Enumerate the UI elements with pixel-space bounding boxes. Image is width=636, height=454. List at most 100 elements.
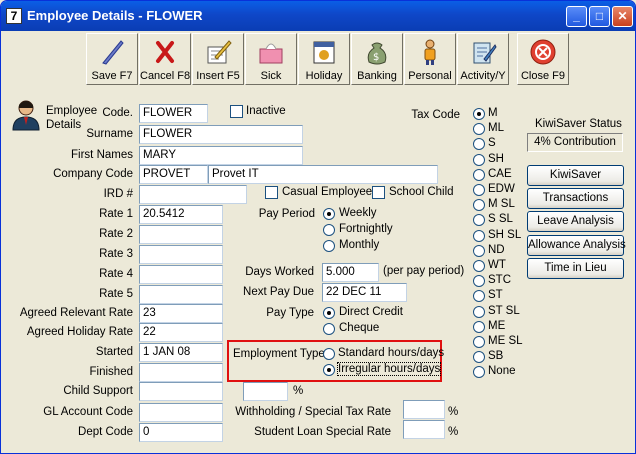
surname-field[interactable]: FLOWER [139,125,303,144]
tax-code-radio[interactable] [473,199,485,212]
finished-field[interactable] [139,363,223,382]
tax-code-radio[interactable] [473,123,485,136]
first-names-field[interactable]: MARY [139,146,303,165]
tax-code-radio[interactable] [473,244,485,257]
started-field[interactable]: 1 JAN 08 [139,343,223,362]
student-loan-rate-field[interactable] [403,420,445,439]
maximize-button[interactable]: □ [589,6,610,27]
insert-button[interactable]: Insert F5 [192,33,244,85]
tax-code-radio[interactable] [473,275,485,288]
tax-code-option-label: ME [488,319,506,332]
employment-irregular-radio[interactable] [323,364,335,376]
gl-account-code-field[interactable] [139,403,223,422]
pay-period-weekly-radio[interactable] [323,208,335,220]
tax-code-option-label: CAE [488,167,512,180]
sick-button[interactable]: Sick [245,33,297,85]
rate2-field[interactable] [139,225,223,244]
pay-period-monthly-radio[interactable] [323,240,335,252]
pay-type-direct-credit-label: Direct Credit [339,306,403,318]
child-support-field[interactable] [139,382,223,401]
next-pay-due-field[interactable]: 22 DEC 11 [322,283,407,302]
title-bar[interactable]: 7 Employee Details - FLOWER _ □ ✕ [1,1,635,31]
company-code-label: Company Code [53,168,133,180]
pay-type-direct-credit-radio[interactable] [323,307,335,319]
company-code-field[interactable]: PROVET [139,165,208,184]
first-names-label: First Names [71,149,133,161]
app-icon[interactable]: 7 [6,8,22,24]
pay-period-fortnightly-label: Fortnightly [339,223,393,235]
close-window-button[interactable]: ✕ [612,6,633,27]
child-support-percent-sign: % [293,385,304,397]
rate5-field[interactable] [139,285,223,304]
rate1-label: Rate 1 [99,208,133,220]
rate3-field[interactable] [139,245,223,264]
agreed-relevant-rate-field[interactable]: 23 [139,304,223,323]
ird-field[interactable] [139,185,247,204]
tax-code-radio[interactable] [473,138,485,151]
tax-code-option-label: SB [488,350,504,363]
school-child-checkbox[interactable] [372,186,385,199]
days-worked-field[interactable]: 5.000 [322,263,379,282]
inactive-label: Inactive [246,105,286,117]
cancel-button[interactable]: Cancel F8 [139,33,191,85]
rate1-field[interactable]: 20.5412 [139,205,223,224]
child-support-label: Child Support [63,385,133,397]
tax-code-radio[interactable] [473,108,485,120]
agreed-relevant-rate-label: Agreed Relevant Rate [19,307,133,319]
employee-details-window: 7 Employee Details - FLOWER _ □ ✕ Save F… [0,0,636,454]
agreed-holiday-rate-field[interactable]: 22 [139,323,223,342]
activity-button[interactable]: Activity/Y [457,33,509,85]
employment-irregular-label: Irregular hours/days [336,362,442,376]
tax-code-radio[interactable] [473,320,485,333]
allowance-analysis-button[interactable]: Allowance Analysis [527,235,626,256]
personal-button[interactable]: Personal [404,33,456,85]
rate4-field[interactable] [139,265,223,284]
close-button[interactable]: Close F9 [517,33,569,85]
time-in-lieu-button[interactable]: Time in Lieu [527,258,624,279]
tax-code-radio[interactable] [473,214,485,227]
withholding-rate-field[interactable] [403,400,445,419]
calendar-icon [313,41,335,64]
tax-code-radio[interactable] [473,168,485,181]
banking-button[interactable]: $ Banking [351,33,403,85]
tax-code-radio[interactable] [473,260,485,272]
leave-analysis-button[interactable]: Leave Analysis [527,211,624,232]
tax-code-option-label: ML [488,122,504,135]
kiwisaver-button[interactable]: KiwiSaver [527,165,624,186]
stop-icon [530,39,556,65]
tax-code-radio[interactable] [473,229,485,242]
tax-code-option-label: WT [488,259,506,271]
tax-code-option-label: S [488,137,496,150]
casual-employee-checkbox[interactable] [265,186,278,199]
holiday-button[interactable]: Holiday [298,33,350,85]
tax-code-radio[interactable] [473,153,485,166]
tax-code-radio[interactable] [473,184,485,196]
tax-code-option-label: EDW [488,183,515,195]
days-worked-suffix: (per pay period) [383,265,465,277]
dept-code-field[interactable]: 0 [139,423,223,442]
tax-code-radio[interactable] [473,305,485,318]
pay-period-fortnightly-radio[interactable] [323,224,335,236]
surname-label: Surname [86,128,133,140]
pay-type-cheque-radio[interactable] [323,323,335,335]
save-button[interactable]: Save F7 [86,33,138,85]
inactive-checkbox[interactable] [230,105,243,118]
tax-code-radio[interactable] [473,366,485,379]
next-pay-due-label: Next Pay Due [243,286,314,298]
tax-code-radio[interactable] [473,290,485,303]
transactions-button[interactable]: Transactions [527,188,624,209]
finished-label: Finished [89,366,133,378]
pay-type-cheque-label: Cheque [339,322,380,334]
toolbar: Save F7 Cancel F8 Insert F5 Sick Holiday… [1,31,635,89]
tax-code-option-label: None [488,365,516,378]
tax-code-option-label: STC [488,274,511,287]
tax-code-radio[interactable] [473,351,485,364]
started-label: Started [95,346,133,358]
tax-code-radio[interactable] [473,336,485,348]
minimize-button[interactable]: _ [566,6,587,27]
child-support-percent-field[interactable] [243,382,288,401]
code-field[interactable]: FLOWER [139,104,208,123]
employment-standard-radio[interactable] [323,348,335,360]
pay-type-label: Pay Type [266,307,314,319]
withholding-percent-sign: % [448,406,459,418]
